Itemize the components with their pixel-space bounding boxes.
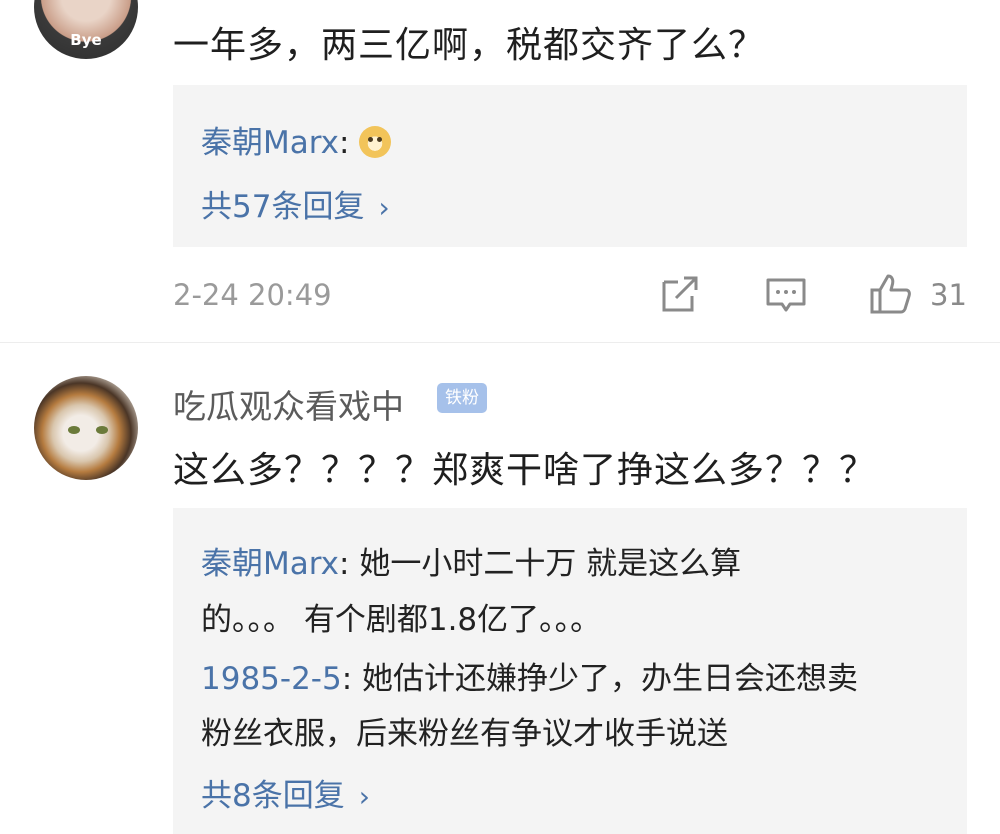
- share-icon[interactable]: [658, 272, 702, 316]
- divider: [0, 342, 1000, 343]
- reply-separator: :: [341, 661, 353, 697]
- fan-badge: 铁粉: [437, 383, 487, 413]
- reply-item[interactable]: 秦朝Marx: 她一小时二十万 就是这么算: [201, 538, 741, 583]
- chevron-right-icon: ›: [358, 780, 370, 813]
- reply-content-continued: 的。。。 有个剧都1.8亿了。。。: [201, 602, 602, 638]
- more-replies-link[interactable]: 共57条回复 ›: [201, 181, 390, 226]
- user-avatar[interactable]: [34, 376, 138, 480]
- comment-icon[interactable]: [764, 272, 808, 316]
- like-count: 31: [930, 278, 967, 312]
- reply-username[interactable]: 秦朝Marx: [201, 546, 339, 582]
- username[interactable]: 吃瓜观众看戏中: [173, 380, 404, 428]
- reply-username[interactable]: 1985-2-5: [201, 661, 342, 697]
- chevron-right-icon: ›: [378, 191, 390, 224]
- doge-emoji-icon: [359, 126, 392, 158]
- comment-timestamp: 2-24 20:49: [173, 278, 332, 312]
- avatar-label: Bye: [70, 31, 102, 49]
- comment-text: 这么多？？？？郑爽干啥了挣这么多？？？: [173, 450, 877, 491]
- reply-item[interactable]: 1985-2-5: 她估计还嫌挣少了，办生日会还想卖: [201, 653, 858, 698]
- avatar-eye: [68, 426, 80, 434]
- comment-text: 一年多，两三亿啊，税都交齐了么？: [173, 25, 766, 66]
- reply-separator: :: [339, 125, 350, 161]
- reply-item[interactable]: 秦朝Marx:: [201, 117, 392, 162]
- more-replies-label: 共57条回复: [201, 189, 365, 225]
- reply-box[interactable]: 秦朝Marx: 她一小时二十万 就是这么算 的。。。 有个剧都1.8亿了。。。 …: [173, 508, 967, 834]
- reply-content: 她一小时二十万 就是这么算: [349, 546, 742, 582]
- user-avatar[interactable]: Bye: [34, 0, 138, 59]
- reply-content: 她估计还嫌挣少了，办生日会还想卖: [352, 661, 859, 697]
- more-replies-label: 共8条回复: [201, 778, 345, 814]
- reply-username[interactable]: 秦朝Marx: [201, 125, 339, 161]
- reply-content-continued: 粉丝衣服，后来粉丝有争议才收手说送: [201, 716, 728, 752]
- reply-box[interactable]: 秦朝Marx: 共57条回复 ›: [173, 85, 967, 247]
- thumbs-up-icon[interactable]: [868, 272, 912, 316]
- more-replies-link[interactable]: 共8条回复 ›: [201, 770, 370, 815]
- reply-separator: :: [339, 546, 350, 582]
- avatar-eye: [96, 426, 108, 434]
